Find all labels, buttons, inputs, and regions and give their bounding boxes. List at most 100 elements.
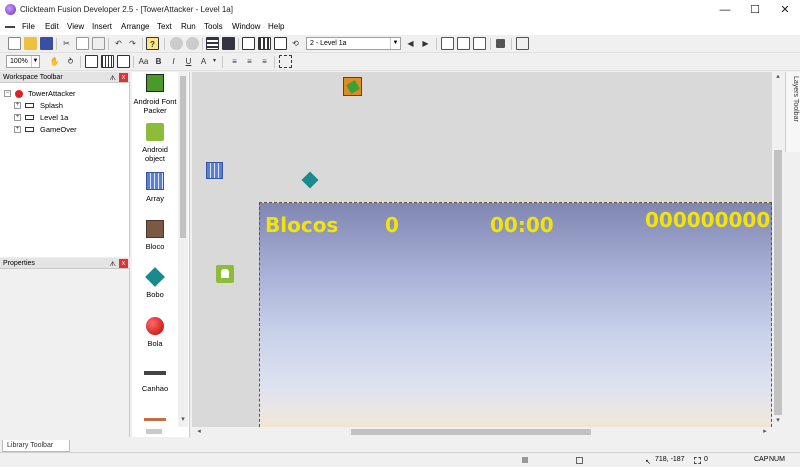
pin-icon[interactable]: ᗑ bbox=[109, 73, 116, 84]
scroll-down-icon[interactable]: ▾ bbox=[772, 416, 784, 424]
scroll-left-icon[interactable]: ◂ bbox=[194, 427, 204, 435]
menu-edit[interactable]: Edit bbox=[45, 22, 59, 31]
system-menu-icon[interactable] bbox=[5, 23, 15, 31]
blocos-counter[interactable]: 0 bbox=[385, 213, 399, 237]
menu-help[interactable]: Help bbox=[268, 22, 284, 31]
grid-icon[interactable] bbox=[85, 55, 98, 68]
copy-icon[interactable] bbox=[76, 37, 89, 50]
stop-icon[interactable] bbox=[496, 39, 505, 48]
menu-tools[interactable]: Tools bbox=[204, 22, 223, 31]
expand-icon[interactable]: + bbox=[14, 126, 21, 133]
expand-icon[interactable]: + bbox=[14, 102, 21, 109]
frame-icon bbox=[25, 115, 34, 120]
forward-icon[interactable] bbox=[186, 37, 199, 50]
debugger-icon[interactable] bbox=[516, 37, 529, 50]
paste-icon[interactable] bbox=[92, 37, 105, 50]
scroll-right-icon[interactable]: ▸ bbox=[760, 427, 770, 435]
frame-selector-value: 2 - Level 1a bbox=[310, 40, 347, 47]
diamond-icon[interactable] bbox=[301, 171, 319, 189]
object-list: Android Font Packer Android object Array… bbox=[132, 72, 178, 427]
redo-icon[interactable]: ↷ bbox=[126, 37, 139, 50]
hand-tool-icon[interactable]: ✋ bbox=[48, 55, 61, 68]
pin-icon[interactable]: ᗑ bbox=[109, 259, 116, 270]
tree-root-item[interactable]: − TowerAttacker bbox=[4, 88, 124, 99]
score-display[interactable]: 000000000 bbox=[645, 208, 770, 232]
data-elements-icon[interactable] bbox=[274, 37, 287, 50]
align-center-icon[interactable]: ≡ bbox=[243, 55, 256, 68]
editor-vertical-scrollbar[interactable]: ▴ ▾ bbox=[772, 72, 784, 427]
tree-frame-item[interactable]: + Level 1a bbox=[14, 112, 124, 123]
menu-run[interactable]: Run bbox=[181, 22, 196, 31]
close-panel-button[interactable]: x bbox=[119, 259, 128, 268]
tree-frame-item[interactable]: + Splash bbox=[14, 100, 124, 111]
align-left-icon[interactable]: ≡ bbox=[228, 55, 241, 68]
zoom-selector[interactable]: 100% ▼ bbox=[6, 55, 40, 68]
underline-icon[interactable]: U bbox=[182, 55, 195, 68]
layers-toolbar-tab[interactable]: Layers Toolbar bbox=[785, 72, 800, 152]
build-run-icon[interactable] bbox=[473, 37, 486, 50]
event-list-icon[interactable] bbox=[258, 37, 271, 50]
object-list-scrollbar[interactable]: ▾ bbox=[178, 72, 188, 427]
expand-icon[interactable]: + bbox=[14, 114, 21, 121]
new-file-icon[interactable] bbox=[8, 37, 21, 50]
tree-frame-item[interactable]: + GameOver bbox=[14, 124, 124, 135]
fit-to-window-icon[interactable] bbox=[279, 55, 292, 68]
event-editor-icon[interactable] bbox=[242, 37, 255, 50]
minimize-button[interactable]: — bbox=[710, 0, 740, 20]
italic-icon[interactable]: I bbox=[167, 55, 180, 68]
chevron-down-icon[interactable]: ▾ bbox=[208, 55, 221, 68]
run-application-icon[interactable] bbox=[457, 37, 470, 50]
bloco-icon bbox=[146, 220, 164, 238]
layer-icon[interactable] bbox=[117, 55, 130, 68]
menu-text[interactable]: Text bbox=[157, 22, 172, 31]
scrollbar-thumb[interactable] bbox=[774, 150, 782, 415]
object-label: Android Font Packer bbox=[133, 97, 177, 115]
text-tool-icon[interactable]: Aa bbox=[137, 55, 150, 68]
scrollbar-thumb[interactable] bbox=[180, 76, 186, 238]
help-icon[interactable]: ? bbox=[146, 37, 159, 50]
back-icon[interactable] bbox=[170, 37, 183, 50]
frame-editor-icon[interactable] bbox=[222, 37, 235, 50]
scroll-down-icon[interactable]: ▾ bbox=[178, 415, 188, 423]
num-lock-indicator: NUM bbox=[769, 456, 785, 463]
timer-display[interactable]: 00:00 bbox=[490, 213, 554, 237]
next-frame-icon[interactable]: ▶ bbox=[419, 37, 432, 50]
scroll-up-icon[interactable]: ▴ bbox=[772, 72, 784, 80]
object-icon bbox=[144, 418, 166, 421]
snap-grid-icon[interactable] bbox=[101, 55, 114, 68]
pick-tool-icon[interactable]: ⥁ bbox=[64, 55, 77, 68]
save-icon[interactable] bbox=[40, 37, 53, 50]
sprite-object-icon[interactable] bbox=[343, 77, 362, 96]
undo-icon[interactable]: ↶ bbox=[112, 37, 125, 50]
application-icon bbox=[15, 90, 23, 98]
menu-arrange[interactable]: Arrange bbox=[121, 22, 149, 31]
close-button[interactable]: ✕ bbox=[770, 0, 800, 20]
frame-editor[interactable]: Blocos 0 00:00 000000000 bbox=[192, 72, 772, 427]
run-frame-icon[interactable] bbox=[441, 37, 454, 50]
selection-count: 0 bbox=[704, 456, 708, 463]
menu-insert[interactable]: Insert bbox=[92, 22, 112, 31]
maximize-button[interactable]: ☐ bbox=[740, 0, 770, 20]
close-panel-button[interactable]: x bbox=[119, 73, 128, 82]
editor-horizontal-scrollbar[interactable]: ◂ ▸ bbox=[192, 427, 772, 437]
object-list-hscroll-thumb[interactable] bbox=[146, 429, 162, 434]
menu-view[interactable]: View bbox=[67, 22, 84, 31]
selection-icon bbox=[694, 457, 701, 464]
menu-window[interactable]: Window bbox=[232, 22, 260, 31]
blocos-label[interactable]: Blocos bbox=[265, 213, 338, 237]
scrollbar-thumb[interactable] bbox=[351, 429, 591, 435]
previous-frame-icon[interactable]: ◀ bbox=[404, 37, 417, 50]
android-icon[interactable] bbox=[216, 265, 234, 283]
menu-file[interactable]: File bbox=[22, 22, 35, 31]
open-folder-icon[interactable] bbox=[24, 37, 37, 50]
collapse-icon[interactable]: − bbox=[4, 90, 11, 97]
game-frame[interactable]: Blocos 0 00:00 000000000 bbox=[259, 202, 772, 427]
align-right-icon[interactable]: ≡ bbox=[258, 55, 271, 68]
array-icon[interactable] bbox=[206, 162, 223, 179]
library-toolbar-tab[interactable]: Library Toolbar bbox=[2, 440, 70, 452]
cut-icon[interactable]: ✂ bbox=[60, 37, 73, 50]
event-options-icon[interactable]: ⟲ bbox=[289, 37, 302, 50]
frame-selector[interactable]: 2 - Level 1a ▼ bbox=[306, 37, 401, 50]
storyboard-editor-icon[interactable] bbox=[206, 37, 219, 50]
bold-icon[interactable]: B bbox=[152, 55, 165, 68]
